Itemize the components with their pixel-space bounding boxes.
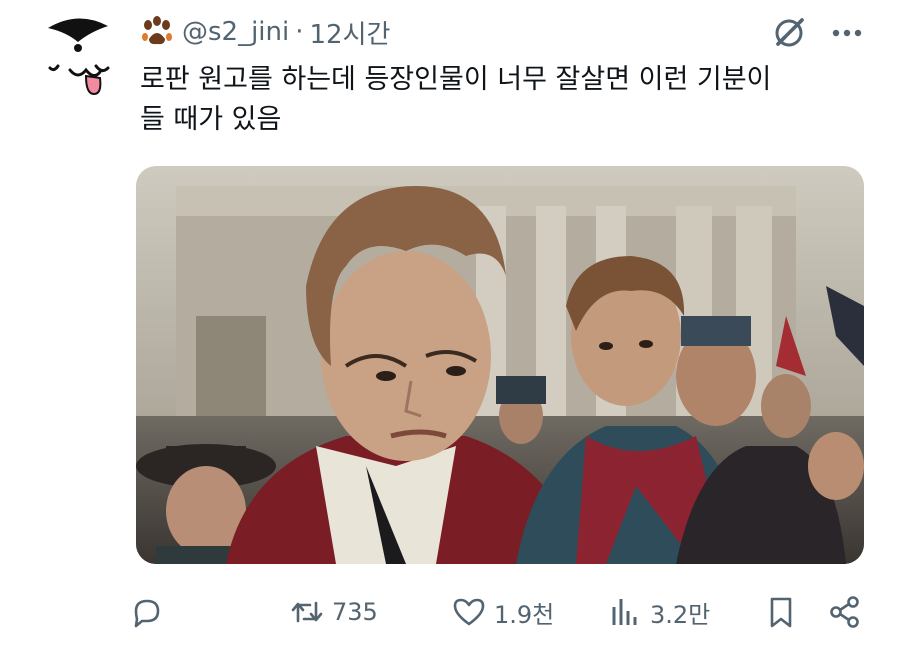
bookmark-icon <box>770 597 792 628</box>
tweet-text: 로판 원고를 하는데 등장인물이 너무 잘살면 이런 기분이 들 때가 있음 <box>140 60 860 140</box>
reply-button[interactable] <box>130 590 164 634</box>
action-bar: 735 1.9천 3.2만 <box>130 590 870 634</box>
bookmark-button[interactable] <box>764 590 798 634</box>
separator: · <box>295 17 304 47</box>
retweet-icon <box>291 601 323 623</box>
like-count: 1.9천 <box>494 600 555 629</box>
tweet-text-line: 들 때가 있음 <box>140 104 282 135</box>
share-button[interactable] <box>828 590 862 634</box>
like-button[interactable]: 1.9천 <box>452 590 554 634</box>
user-handle[interactable]: @s2_jini <box>182 17 289 47</box>
views-count: 3.2만 <box>650 600 711 629</box>
tweet-photo[interactable] <box>136 166 864 564</box>
avatar[interactable] <box>30 8 130 98</box>
timestamp[interactable]: 12시간 <box>310 14 391 51</box>
tweet-header: @s2_jini · 12시간 <box>140 12 390 52</box>
more-icon[interactable] <box>828 14 866 52</box>
tweet-text-line: 로판 원고를 하는데 등장인물이 너무 잘살면 이런 기분이 <box>140 64 772 95</box>
paw-icon <box>142 16 172 45</box>
views-icon <box>612 599 637 625</box>
retweet-button[interactable]: 735 <box>290 590 378 634</box>
retweet-count: 735 <box>332 598 378 626</box>
heart-icon <box>453 598 485 626</box>
grok-icon[interactable] <box>770 14 808 52</box>
share-icon <box>830 596 859 628</box>
reply-icon <box>134 599 160 628</box>
views-button[interactable]: 3.2만 <box>608 590 710 634</box>
